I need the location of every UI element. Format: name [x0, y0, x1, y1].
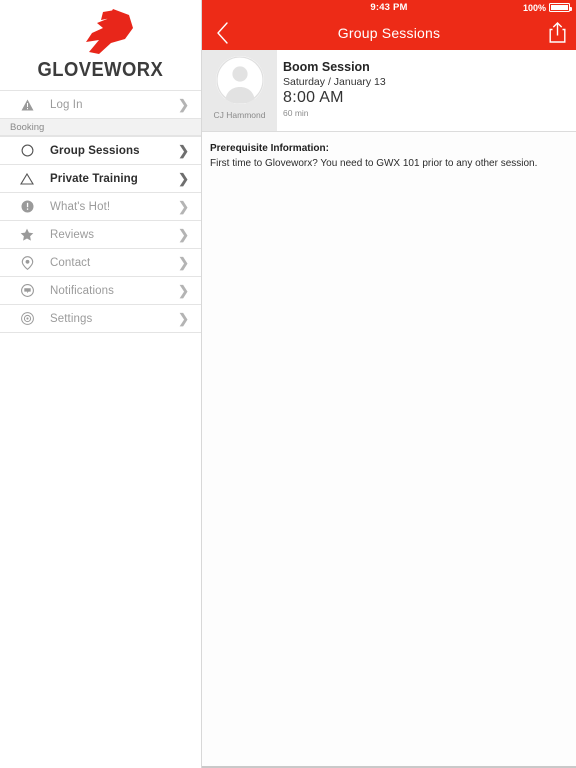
sidebar-empty-area: [0, 332, 201, 768]
location-pin-icon: [14, 255, 40, 270]
session-details: Boom Session Saturday / January 13 8:00 …: [277, 50, 576, 131]
chevron-right-icon: ❯: [178, 283, 189, 298]
session-date: Saturday / January 13: [283, 76, 386, 88]
circle-outline-icon: [14, 144, 40, 157]
sidebar-item-group-sessions[interactable]: Group Sessions ❯: [0, 136, 201, 164]
brand-wordmark: GLOVEWORX: [37, 59, 164, 81]
chevron-right-icon: ❯: [178, 255, 189, 270]
battery-full-icon: [549, 3, 572, 12]
chevron-right-icon: ❯: [178, 143, 189, 158]
share-icon: [549, 22, 566, 43]
chevron-right-icon: ❯: [178, 171, 189, 186]
gear-icon: [14, 312, 40, 325]
gloveworx-bolt-logo: [85, 9, 133, 54]
share-button[interactable]: [549, 15, 566, 50]
session-title: Boom Session: [283, 60, 370, 74]
sidebar-section-label: Booking: [10, 121, 45, 133]
sidebar-item-contact[interactable]: Contact ❯: [0, 248, 201, 276]
status-bar-right: 100%: [522, 2, 572, 13]
sidebar-item-reviews-label: Reviews: [50, 228, 95, 241]
sidebar-item-group-sessions-label: Group Sessions: [50, 144, 140, 157]
chat-bubble-icon: [14, 284, 40, 297]
nav-bar: Group Sessions: [202, 15, 576, 50]
trainer-block: CJ Hammond: [202, 50, 277, 131]
sidebar-item-login[interactable]: Log In ❯: [0, 90, 201, 118]
sidebar-item-whats-hot[interactable]: What's Hot! ❯: [0, 192, 201, 220]
sidebar: GLOVEWORX Log In ❯ Booking Group Session…: [0, 0, 202, 768]
star-icon: [14, 228, 40, 241]
content-area: Prerequisite Information: First time to …: [202, 132, 576, 766]
brand-logo: GLOVEWORX: [0, 0, 201, 90]
sidebar-section-booking: Booking: [0, 118, 201, 136]
chevron-right-icon: ❯: [178, 199, 189, 214]
main-pane: 9:43 PM 100% Group Sessions CJ Hammond B…: [202, 0, 576, 768]
sidebar-item-settings-label: Settings: [50, 312, 93, 325]
sidebar-item-notifications[interactable]: Notifications ❯: [0, 276, 201, 304]
exclamation-circle-icon: [14, 200, 40, 213]
battery-percent-label: 100%: [522, 2, 546, 13]
sidebar-item-login-label: Log In: [50, 98, 83, 111]
prerequisite-title: Prerequisite Information:: [210, 143, 329, 154]
sidebar-item-settings[interactable]: Settings ❯: [0, 304, 201, 332]
session-duration: 60 min: [283, 107, 309, 118]
trainer-name: CJ Hammond: [213, 110, 266, 120]
triangle-outline-icon: [14, 172, 40, 185]
status-bar: 9:43 PM 100%: [202, 0, 576, 15]
prerequisite-body: First time to Gloveworx? You need to GWX…: [210, 157, 538, 169]
sidebar-item-private-training-label: Private Training: [50, 172, 138, 185]
sidebar-item-private-training[interactable]: Private Training ❯: [0, 164, 201, 192]
sidebar-item-contact-label: Contact: [50, 256, 91, 269]
sidebar-item-whats-hot-label: What's Hot!: [50, 200, 111, 213]
app-root: GLOVEWORX Log In ❯ Booking Group Session…: [0, 0, 576, 768]
sidebar-item-notifications-label: Notifications: [50, 284, 114, 297]
warning-triangle-icon: [14, 99, 40, 111]
session-card[interactable]: CJ Hammond Boom Session Saturday / Janua…: [202, 50, 576, 132]
avatar: [215, 56, 264, 104]
person-avatar-icon: [215, 56, 264, 104]
chevron-right-icon: ❯: [178, 227, 189, 242]
page-title: Group Sessions: [337, 24, 441, 41]
chevron-right-icon: ❯: [178, 311, 189, 326]
chevron-right-icon: ❯: [178, 97, 189, 112]
status-bar-time: 9:43 PM: [370, 2, 408, 13]
sidebar-item-reviews[interactable]: Reviews ❯: [0, 220, 201, 248]
session-time: 8:00 AM: [283, 89, 344, 107]
